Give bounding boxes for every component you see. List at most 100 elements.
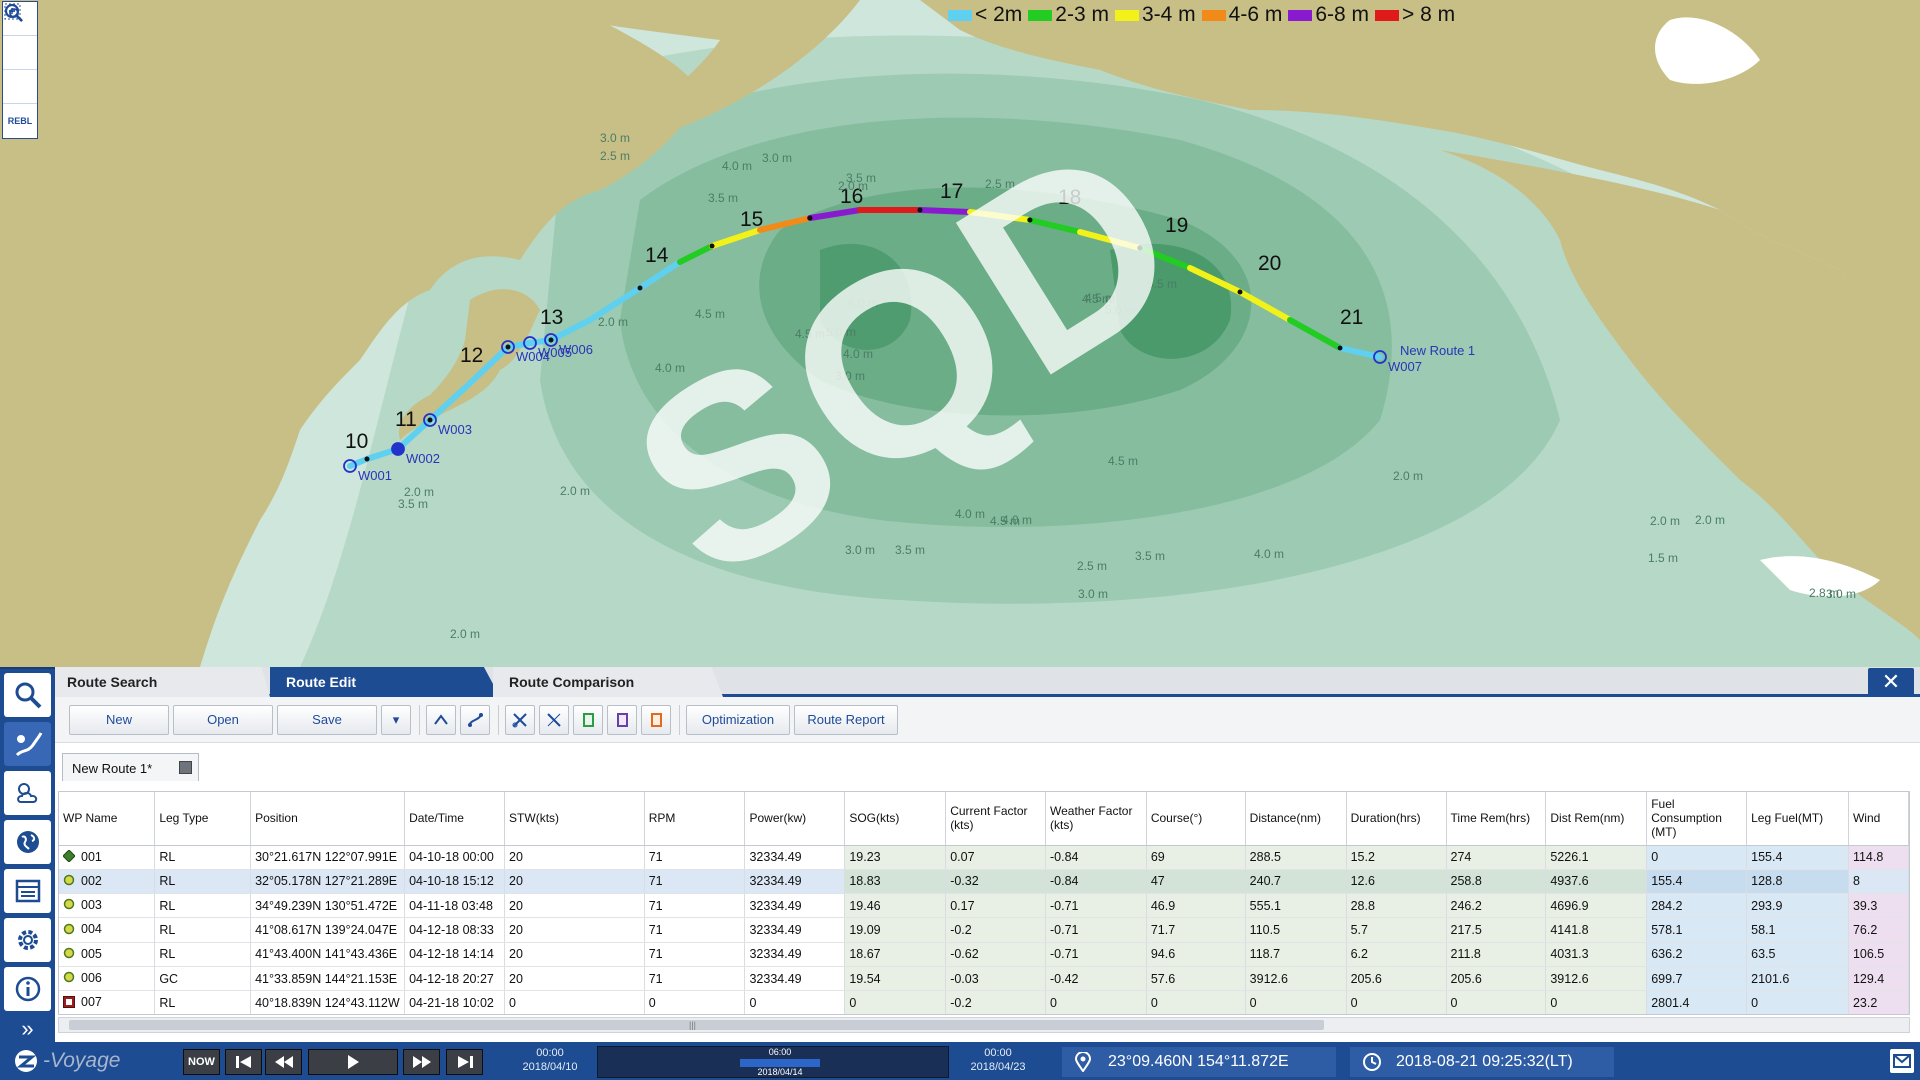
skip-back-button[interactable] — [225, 1049, 262, 1075]
column-header[interactable]: Duration(hrs) — [1346, 792, 1447, 846]
optimization-button[interactable]: Optimization — [686, 704, 790, 735]
open-button[interactable]: Open — [173, 704, 273, 735]
table-cell[interactable]: 40°18.839N 124°43.112W — [250, 990, 406, 1014]
table-cell[interactable]: 5.7 — [1346, 917, 1447, 943]
table-cell[interactable]: 0 — [1346, 990, 1447, 1014]
table-cell[interactable]: 94.6 — [1146, 942, 1246, 967]
table-cell[interactable]: 2101.6 — [1746, 966, 1849, 992]
column-header[interactable]: Wind — [1848, 792, 1909, 846]
table-cell[interactable]: 20 — [504, 942, 645, 967]
table-cell[interactable]: 114.8 — [1848, 845, 1909, 870]
table-cell[interactable]: 8 — [1848, 869, 1909, 895]
reverse-route-button[interactable] — [460, 704, 490, 735]
table-cell[interactable]: 246.2 — [1446, 893, 1547, 919]
table-cell[interactable]: 04-12-18 14:14 — [404, 942, 506, 967]
table-cell[interactable]: -0.71 — [1045, 893, 1147, 919]
table-cell[interactable]: 0 — [1146, 990, 1246, 1014]
table-cell[interactable]: 005 — [59, 942, 156, 967]
route-segment[interactable] — [527, 337, 554, 346]
table-cell[interactable]: 41°43.400N 141°43.436E — [250, 942, 406, 967]
table-cell[interactable]: 20 — [504, 845, 645, 870]
table-cell[interactable]: 20 — [504, 966, 645, 992]
table-cell[interactable]: 04-12-18 20:27 — [404, 966, 506, 992]
table-row[interactable]: 002 RL 32°05.178N 127°21.289E 04-10-18 15:1… — [59, 869, 1909, 895]
nav-search-button[interactable] — [4, 673, 51, 717]
column-header[interactable]: Date/Time — [404, 792, 506, 846]
table-cell[interactable]: 4937.6 — [1545, 869, 1648, 895]
table-cell[interactable]: 3912.6 — [1245, 966, 1347, 992]
table-cell[interactable]: -0.03 — [945, 966, 1046, 992]
table-cell[interactable]: RL — [154, 845, 252, 870]
table-cell[interactable]: RL — [154, 917, 252, 943]
table-cell[interactable]: 41°08.617N 139°24.047E — [250, 917, 406, 943]
column-header[interactable]: WP Name — [59, 792, 156, 846]
table-cell[interactable]: 0 — [1245, 990, 1347, 1014]
table-cell[interactable]: 0 — [744, 990, 846, 1014]
table-cell[interactable]: 0 — [1045, 990, 1147, 1014]
table-cell[interactable]: 636.2 — [1646, 942, 1748, 967]
save-dropdown-button[interactable]: ▾ — [381, 704, 411, 735]
table-cell[interactable]: 19.23 — [844, 845, 947, 870]
table-cell[interactable]: 0 — [1545, 990, 1648, 1014]
table-cell[interactable]: 15.2 — [1346, 845, 1447, 870]
table-cell[interactable]: 46.9 — [1146, 893, 1246, 919]
table-cell[interactable]: 128.8 — [1746, 869, 1849, 895]
table-cell[interactable]: 39.3 — [1848, 893, 1909, 919]
table-cell[interactable]: 20 — [504, 917, 645, 943]
table-cell[interactable]: 04-11-18 03:48 — [404, 893, 506, 919]
tab-route-comparison[interactable]: Route Comparison — [493, 667, 723, 697]
table-cell[interactable]: 217.5 — [1446, 917, 1547, 943]
table-cell[interactable]: 0 — [1446, 990, 1547, 1014]
scrollbar-thumb[interactable] — [69, 1020, 1324, 1030]
table-cell[interactable]: 04-12-18 08:33 — [404, 917, 506, 943]
table-cell[interactable]: 293.9 — [1746, 893, 1849, 919]
column-header[interactable]: SOG(kts) — [844, 792, 947, 846]
route-segment[interactable] — [505, 340, 533, 350]
close-panel-button[interactable]: ✕ — [1868, 668, 1914, 696]
table-cell[interactable]: 0.17 — [945, 893, 1046, 919]
nav-globe-button[interactable] — [4, 820, 51, 864]
waypoint-marker[interactable] — [391, 442, 405, 456]
table-cell[interactable]: -0.84 — [1045, 845, 1147, 870]
table-cell[interactable]: 4031.3 — [1545, 942, 1648, 967]
table-cell[interactable]: 23.2 — [1848, 990, 1909, 1014]
table-cell[interactable]: 555.1 — [1245, 893, 1347, 919]
table-cell[interactable]: 004 — [59, 917, 156, 943]
table-cell[interactable]: 110.5 — [1245, 917, 1347, 943]
column-header[interactable]: Current Factor (kts) — [945, 792, 1046, 846]
table-cell[interactable]: 0 — [644, 990, 746, 1014]
weather-map[interactable]: W001 W002 W003 W004 W005 W006 W007 New Route 11… — [0, 0, 1920, 667]
orange-book-button[interactable] — [641, 704, 671, 735]
rebl-button[interactable]: REBL — [3, 104, 37, 138]
table-cell[interactable]: 71 — [644, 942, 746, 967]
table-row[interactable]: 003 RL 34°49.239N 130°51.472E 04-11-18 03:4… — [59, 893, 1909, 919]
table-cell[interactable]: RL — [154, 990, 252, 1014]
table-cell[interactable]: 4141.8 — [1545, 917, 1648, 943]
table-cell[interactable]: 5226.1 — [1545, 845, 1648, 870]
column-header[interactable]: RPM — [644, 792, 746, 846]
table-cell[interactable]: -0.84 — [1045, 869, 1147, 895]
table-cell[interactable]: 32334.49 — [744, 869, 846, 895]
table-cell[interactable]: -0.42 — [1045, 966, 1147, 992]
table-row[interactable]: 007 RL 40°18.839N 124°43.112W 04-21-18 10:0… — [59, 990, 1909, 1014]
table-cell[interactable]: 32334.49 — [744, 966, 846, 992]
column-header[interactable]: STW(kts) — [504, 792, 645, 846]
column-header[interactable]: Power(kw) — [744, 792, 846, 846]
table-cell[interactable]: 205.6 — [1446, 966, 1547, 992]
table-cell[interactable]: 20 — [504, 893, 645, 919]
nav-settings-button[interactable] — [4, 918, 51, 962]
table-cell[interactable]: 3912.6 — [1545, 966, 1648, 992]
nav-info-button[interactable] — [4, 967, 51, 1011]
table-cell[interactable]: 76.2 — [1848, 917, 1909, 943]
table-cell[interactable]: 18.67 — [844, 942, 947, 967]
table-cell[interactable]: 47 — [1146, 869, 1246, 895]
table-cell[interactable]: 19.09 — [844, 917, 947, 943]
table-cell[interactable]: 69 — [1146, 845, 1246, 870]
table-cell[interactable]: 71 — [644, 893, 746, 919]
close-tab-icon[interactable] — [179, 761, 192, 774]
expand-sidebar-button[interactable]: » — [0, 1016, 55, 1042]
smooth-route-button[interactable] — [426, 704, 456, 735]
table-cell[interactable]: 118.7 — [1245, 942, 1347, 967]
table-cell[interactable]: 211.8 — [1446, 942, 1547, 967]
table-cell[interactable]: 71 — [644, 917, 746, 943]
